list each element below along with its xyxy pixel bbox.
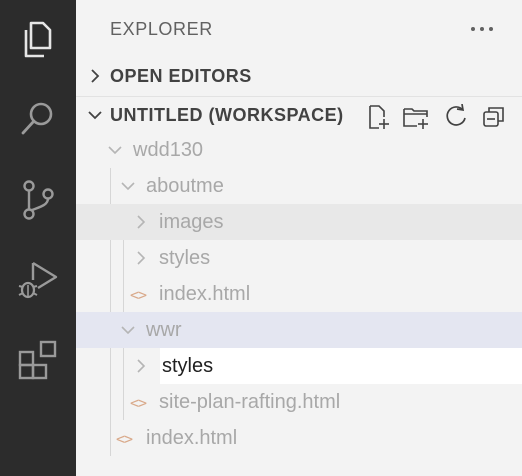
chevron-right-icon [137, 359, 146, 373]
new-file-icon[interactable] [364, 103, 392, 131]
extensions-activity-item[interactable] [0, 330, 76, 390]
explorer-title: EXPLORER [110, 19, 213, 39]
file-label: index.html [146, 427, 238, 449]
chevron-down-icon [88, 111, 102, 120]
workspace-section[interactable]: UNTITLED (WORKSPACE) [76, 96, 522, 132]
workspace-label: UNTITLED (WORKSPACE) [110, 105, 344, 125]
refresh-icon[interactable] [442, 103, 470, 131]
explorer-sidebar: EXPLORER OPEN EDITORS UNTITLED (WORKSPAC… [76, 0, 522, 476]
extensions-icon [18, 340, 57, 380]
tree-item-rename-styles[interactable] [76, 348, 522, 384]
open-editors-label: OPEN EDITORS [110, 66, 252, 86]
tree-item-images[interactable]: images [76, 204, 522, 240]
tree-item-wdd130[interactable]: wdd130 [76, 132, 522, 168]
chevron-down-icon [121, 182, 135, 191]
file-label: site-plan-rafting.html [159, 391, 341, 413]
html-file-icon: <> [130, 394, 147, 412]
folder-label: wdd130 [133, 139, 204, 161]
tree-item-aboutme[interactable]: aboutme [76, 168, 522, 204]
folder-label: aboutme [146, 175, 224, 197]
chevron-right-icon [137, 215, 146, 229]
chevron-down-icon [121, 326, 135, 335]
chevron-right-icon [137, 251, 146, 265]
open-editors-section[interactable]: OPEN EDITORS [76, 58, 522, 94]
file-label: index.html [159, 283, 251, 305]
html-file-icon: <> [116, 430, 133, 448]
run-debug-activity-item[interactable] [0, 250, 76, 310]
folder-label: wwr [146, 319, 182, 341]
html-file-icon: <> [130, 286, 147, 304]
explorer-header: EXPLORER [76, 0, 522, 58]
tree-item-site-plan-rafting-html[interactable]: <> site-plan-rafting.html [76, 384, 522, 420]
collapse-all-icon[interactable] [480, 103, 508, 131]
tree-item-styles[interactable]: styles [76, 240, 522, 276]
search-activity-item[interactable] [0, 88, 76, 148]
chevron-right-icon [91, 69, 100, 83]
tree-item-index-html[interactable]: <> index.html [76, 420, 522, 456]
new-folder-icon[interactable] [402, 103, 430, 131]
explorer-activity-item[interactable] [0, 10, 76, 70]
tree-item-wwr[interactable]: wwr [76, 312, 522, 348]
ellipsis-icon[interactable] [468, 18, 496, 40]
source-control-activity-item[interactable] [0, 170, 76, 230]
run-debug-icon [18, 261, 58, 299]
folder-label: images [159, 211, 224, 233]
folder-label: styles [159, 247, 211, 269]
rename-input[interactable] [160, 348, 522, 384]
chevron-down-icon [108, 146, 122, 155]
source-control-icon [23, 180, 54, 220]
tree-item-aboutme-index-html[interactable]: <> index.html [76, 276, 522, 312]
search-icon [21, 102, 53, 135]
files-icon [24, 21, 52, 58]
activity-bar [0, 0, 76, 476]
file-tree: wdd130 aboutme images styles <> index.ht… [76, 132, 522, 476]
workspace-actions [364, 99, 514, 133]
